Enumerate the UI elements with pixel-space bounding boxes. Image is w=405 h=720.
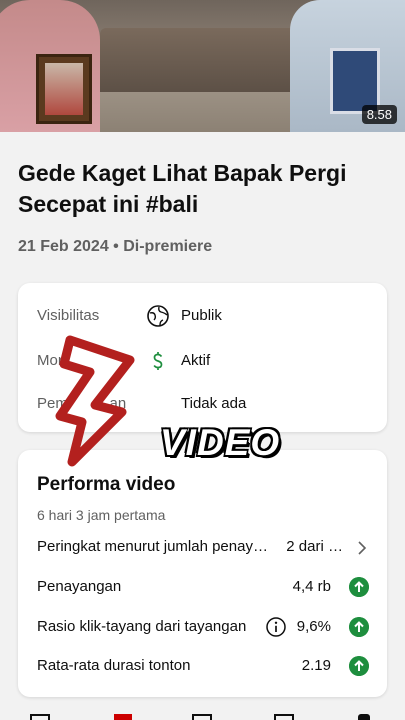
avg-duration-value: 2.19 [301, 657, 331, 674]
ctr-row[interactable]: Rasio klik-tayang dari tayangan 9,6% [37, 616, 369, 640]
analytics-icon[interactable] [192, 714, 212, 720]
visibility-value: Publik [181, 307, 222, 324]
content-icon[interactable] [114, 714, 132, 720]
avg-duration-label: Rata-rata durasi tonton [37, 657, 191, 674]
ranking-value: 2 dari … [286, 538, 343, 555]
ctr-label: Rasio klik-tayang dari tayangan [37, 618, 247, 635]
trend-up-icon [349, 656, 369, 676]
restriction-value: Tidak ada [181, 395, 247, 412]
settings-icon[interactable] [358, 714, 370, 720]
video-overlay-text: VIDEO [160, 422, 281, 463]
chevron-right-icon [358, 541, 367, 555]
ranking-row[interactable]: Peringkat menurut jumlah penay… 2 dari … [37, 538, 369, 560]
dashboard-icon[interactable] [30, 714, 50, 720]
ranking-label: Peringkat menurut jumlah penay… [37, 538, 268, 555]
performance-title: Performa video [37, 474, 176, 495]
video-title: Gede Kaget Lihat Bapak Pergi Secepat ini… [18, 160, 347, 217]
visibility-label: Visibilitas [37, 307, 100, 324]
views-value: 4,4 rb [292, 578, 331, 595]
red-arrow-overlay [55, 335, 135, 467]
avg-duration-row[interactable]: Rata-rata durasi tonton 2.19 [37, 656, 369, 679]
duration-badge: 8.58 [361, 105, 397, 124]
bottom-nav [0, 708, 405, 720]
info-icon[interactable] [265, 616, 287, 638]
views-row[interactable]: Penayangan 4,4 rb [37, 577, 369, 600]
thumbnail-shrine [100, 28, 310, 98]
views-label: Penayangan [37, 578, 122, 595]
ctr-value: 9,6% [296, 618, 331, 635]
monetization-value: Aktif [181, 352, 211, 369]
thumbnail-portrait-left [36, 54, 92, 124]
comments-icon[interactable] [274, 714, 294, 720]
performance-card: Performa video 6 hari 3 jam pertama Peri… [18, 450, 387, 697]
video-meta: 21 Feb 2024 • Di-premiere [18, 238, 213, 255]
trend-up-icon [349, 577, 369, 597]
globe-icon [147, 305, 169, 327]
video-thumbnail[interactable]: 8.58 [0, 0, 405, 132]
performance-subtitle: 6 hari 3 jam pertama [37, 507, 166, 523]
trend-up-icon [349, 617, 369, 637]
